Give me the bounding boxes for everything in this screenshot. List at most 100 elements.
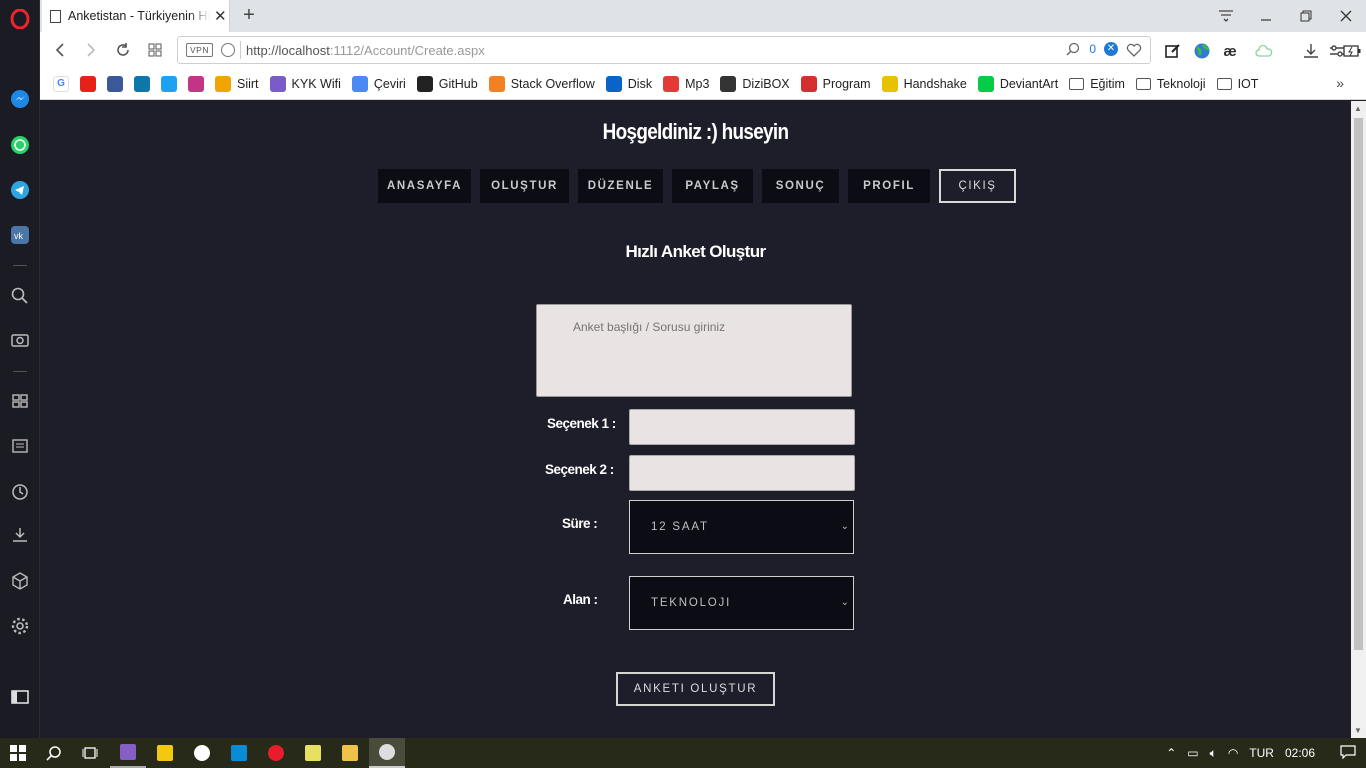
bookmark-mp3[interactable]: Mp3 [663,75,709,92]
vpn-badge[interactable]: VPN [186,43,213,57]
messenger-icon[interactable] [9,88,31,110]
bookmark-youtube[interactable] [80,75,96,92]
create-poll-button[interactable]: ANKETI OLUŞTUR [616,672,775,706]
notepad-icon[interactable] [295,738,331,768]
option2-input[interactable] [629,455,855,491]
bookmark-deviantart[interactable]: DeviantArt [977,75,1058,92]
store-icon[interactable] [147,738,183,768]
bookmark-facebook[interactable] [107,75,123,92]
new-tab-button[interactable]: + [238,4,260,26]
bookmark-çeviri[interactable]: Çeviri [351,75,406,92]
tray-chevron-icon[interactable]: ⌃ [1166,746,1176,760]
speed-dial-button[interactable] [143,38,167,62]
ad-block-icon[interactable]: ✕ [1104,42,1118,56]
forward-button[interactable] [79,38,103,62]
active-app-icon[interactable] [369,738,405,768]
github-icon [416,75,433,92]
scrollbar-thumb[interactable] [1354,118,1363,650]
page-scrollbar[interactable]: ▲ ▼ [1351,101,1366,738]
bookmark-instagram[interactable] [188,75,204,92]
bookmark-dizibox[interactable]: DiziBOX [720,75,790,92]
opera-logo-icon[interactable] [9,8,31,30]
menu-profil[interactable]: PROFIL [848,169,930,203]
duration-value: 12 SAAT [651,521,709,533]
browser-tab[interactable]: Anketistan - Türkiyenin Hızlı ✕ [42,0,230,32]
search-icon[interactable] [36,738,72,768]
bookmark-teknoloji[interactable]: Teknoloji [1135,77,1206,91]
option1-input[interactable] [629,409,855,445]
bookmark-google[interactable]: G [53,75,69,92]
reload-button[interactable] [111,38,135,62]
visual-studio-icon[interactable] [110,738,146,768]
restore-button[interactable] [1286,0,1326,32]
bookmark-kyk-wifi[interactable]: KYK Wifi [269,75,341,92]
duration-select[interactable]: 12 SAAT ⌄ [629,500,854,554]
menu-olustur[interactable]: OLUŞTUR [480,169,569,203]
sidebar-toggle-icon[interactable] [9,686,31,708]
globe-icon[interactable] [221,43,235,57]
bookmark-iot[interactable]: IOT [1216,77,1258,91]
bookmarks-overflow-icon[interactable]: » [1336,75,1344,91]
bookmark-siirt[interactable]: Siirt [215,75,259,92]
menu-duzenle[interactable]: DÜZENLE [578,169,663,203]
bookmark-stack-overflow[interactable]: Stack Overflow [488,75,595,92]
downloads-icon[interactable] [9,524,31,546]
battery-icon[interactable]: ▭ [1187,746,1198,760]
menu-paylas[interactable]: PAYLAŞ [672,169,753,203]
search-page-icon[interactable] [1065,41,1081,57]
bookmark-program[interactable]: Program [800,75,871,92]
menu-sonuc[interactable]: SONUÇ [762,169,839,203]
category-select[interactable]: TEKNOLOJI ⌄ [629,576,854,630]
scroll-down-icon[interactable]: ▼ [1354,726,1362,735]
ae-extension-icon[interactable]: æ [1221,42,1239,60]
download-icon[interactable] [1302,42,1320,60]
bookmark-github[interactable]: GitHub [416,75,478,92]
history-icon[interactable] [9,481,31,503]
speed-dial-icon[interactable] [9,390,31,412]
wifi-icon[interactable]: ◠ [1228,746,1238,760]
bookmark-linkedin[interactable] [134,75,150,92]
notification-icon[interactable] [1340,744,1356,762]
telegram-icon[interactable] [9,179,31,201]
bookmark-label: Program [822,76,871,91]
address-bar[interactable]: VPN http://localhost:1112/Account/Create… [177,36,1151,64]
bookmark-twitter[interactable] [161,75,177,92]
back-button[interactable] [48,38,72,62]
minimize-button[interactable] [1246,0,1286,32]
tab-menu-icon[interactable] [1206,0,1246,32]
vk-icon[interactable]: vk [9,224,31,246]
heart-icon[interactable] [1126,42,1142,57]
url-text[interactable]: http://localhost:1112/Account/Create.asp… [246,43,485,58]
clock[interactable]: 02:06 [1285,746,1315,760]
menu-cikis[interactable]: ÇIKIŞ [939,169,1016,203]
vpn-globe-icon[interactable] [1193,42,1211,60]
file-explorer-icon[interactable] [332,738,368,768]
snapshot-edit-icon[interactable] [1164,42,1182,60]
volume-icon[interactable]: 🔈︎ [1210,746,1217,761]
language-indicator[interactable]: TUR [1249,746,1274,760]
scroll-up-icon[interactable]: ▲ [1354,104,1362,113]
facebook-icon [107,75,123,92]
bookmark-disk[interactable]: Disk [605,75,652,92]
bookmark-eğitim[interactable]: Eğitim [1069,77,1125,91]
trello-icon[interactable] [221,738,257,768]
menu-anasayfa[interactable]: ANASAYFA [378,169,471,203]
task-view-icon[interactable] [72,738,108,768]
app-icon[interactable] [184,738,220,768]
close-tab-icon[interactable]: ✕ [214,7,227,25]
settings-icon[interactable] [9,615,31,637]
extensions-icon[interactable] [9,570,31,592]
bookmark-handshake[interactable]: Handshake [881,75,967,92]
question-textarea[interactable] [536,304,852,397]
search-icon[interactable] [9,285,31,307]
close-window-button[interactable] [1326,0,1366,32]
news-icon[interactable] [9,435,31,457]
cloud-extension-icon[interactable] [1255,42,1273,60]
category-label: Alan : [563,592,598,607]
whatsapp-icon[interactable] [9,134,31,156]
opera-icon[interactable] [258,738,294,768]
battery-saver-icon[interactable] [1343,42,1361,60]
windows-start-icon[interactable] [0,738,36,768]
camera-icon[interactable] [9,329,31,351]
handshake-icon [881,75,898,92]
